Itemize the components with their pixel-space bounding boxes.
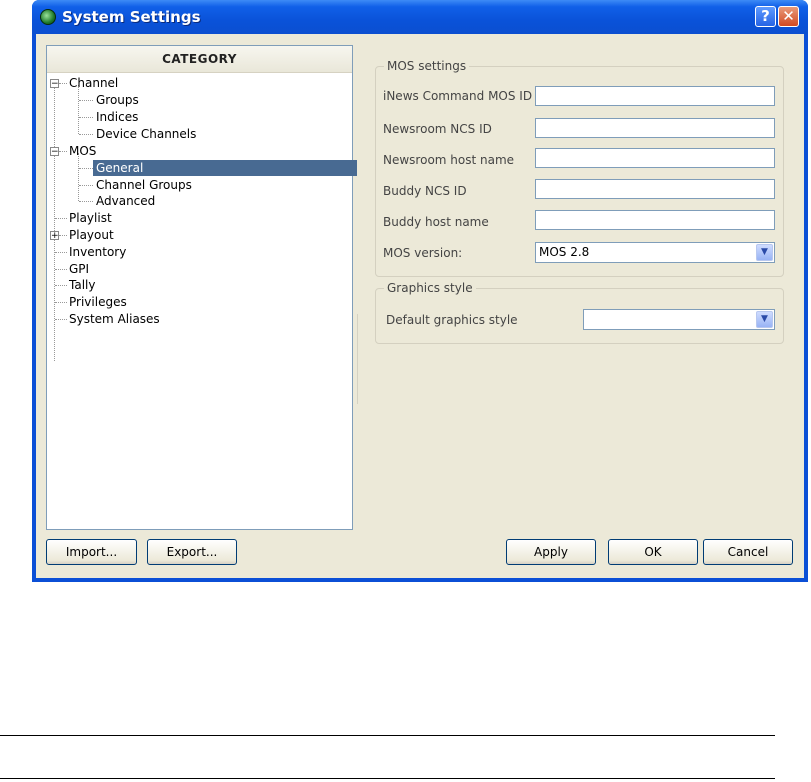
help-button[interactable]: ? bbox=[755, 6, 776, 27]
mos-settings-legend: MOS settings bbox=[384, 59, 470, 73]
tree-item-system-aliases[interactable]: System Aliases bbox=[69, 311, 160, 327]
tree-item-privileges[interactable]: Privileges bbox=[69, 294, 127, 310]
inews-command-mos-id-label: iNews Command MOS ID bbox=[383, 89, 533, 103]
tree-item-playlist[interactable]: Playlist bbox=[69, 210, 112, 226]
buddy-ncs-id-label: Buddy NCS ID bbox=[383, 184, 467, 198]
close-button[interactable]: ✕ bbox=[778, 6, 799, 27]
tree-item-advanced[interactable]: Advanced bbox=[96, 193, 155, 209]
divider-line bbox=[0, 778, 775, 779]
tree-connector bbox=[55, 269, 67, 270]
tree-connector bbox=[79, 134, 93, 135]
default-graphics-style-select[interactable]: ▼ bbox=[583, 309, 775, 330]
tree-connector bbox=[79, 100, 93, 101]
tree-connector bbox=[59, 83, 67, 84]
tree-connector bbox=[59, 235, 67, 236]
window-title: System Settings bbox=[62, 8, 201, 26]
mos-version-value: MOS 2.8 bbox=[539, 245, 590, 259]
tree-item-tally[interactable]: Tally bbox=[69, 277, 95, 293]
app-icon bbox=[40, 9, 56, 25]
category-header: CATEGORY bbox=[47, 46, 352, 73]
divider-line bbox=[0, 735, 775, 736]
tree-item-indices[interactable]: Indices bbox=[96, 109, 138, 125]
export-button[interactable]: Export... bbox=[147, 539, 237, 565]
collapse-mos-icon[interactable]: − bbox=[50, 147, 59, 157]
buddy-host-name-field[interactable] bbox=[535, 210, 775, 230]
tree-item-mos[interactable]: MOS bbox=[69, 143, 96, 159]
import-button[interactable]: Import... bbox=[46, 539, 137, 565]
tree-item-playout[interactable]: Playout bbox=[69, 227, 114, 243]
tree-connector bbox=[55, 319, 67, 320]
tree-item-groups[interactable]: Groups bbox=[96, 92, 139, 108]
dialog-client-area: CATEGORY − − + Channel Groups Indices De… bbox=[36, 34, 804, 578]
chevron-down-icon[interactable]: ▼ bbox=[756, 311, 773, 328]
tree-item-channel[interactable]: Channel bbox=[69, 75, 118, 91]
buddy-ncs-id-field[interactable] bbox=[535, 179, 775, 199]
category-panel: CATEGORY − − + Channel Groups Indices De… bbox=[46, 45, 357, 530]
mos-version-select[interactable]: MOS 2.8 ▼ bbox=[535, 242, 775, 263]
tree-item-device-channels[interactable]: Device Channels bbox=[96, 126, 196, 142]
collapse-channel-icon[interactable]: − bbox=[50, 79, 59, 89]
inews-command-mos-id-field[interactable] bbox=[535, 86, 775, 106]
tree-item-inventory[interactable]: Inventory bbox=[69, 244, 126, 260]
tree-connector bbox=[59, 151, 67, 152]
buddy-host-name-label: Buddy host name bbox=[383, 215, 489, 229]
title-bar[interactable]: System Settings ? ✕ bbox=[32, 0, 808, 34]
chevron-down-icon[interactable]: ▼ bbox=[756, 244, 773, 261]
graphics-style-legend: Graphics style bbox=[384, 281, 476, 295]
tree-item-gpi[interactable]: GPI bbox=[69, 261, 89, 277]
tree-connector bbox=[79, 185, 93, 186]
tree-mos-line bbox=[78, 153, 79, 201]
tree-connector bbox=[79, 168, 93, 169]
mos-version-label: MOS version: bbox=[383, 246, 463, 260]
tree-item-general[interactable]: General bbox=[93, 160, 357, 176]
newsroom-ncs-id-label: Newsroom NCS ID bbox=[383, 122, 492, 136]
system-settings-window: System Settings ? ✕ CATEGORY − − + Chann… bbox=[32, 0, 808, 582]
panel-splitter[interactable] bbox=[357, 314, 360, 404]
newsroom-host-name-field[interactable] bbox=[535, 148, 775, 168]
tree-connector bbox=[79, 201, 93, 202]
tree-connector bbox=[79, 117, 93, 118]
ok-button[interactable]: OK bbox=[608, 539, 698, 565]
apply-button[interactable]: Apply bbox=[506, 539, 596, 565]
tree-connector bbox=[55, 218, 67, 219]
tree-item-channel-groups[interactable]: Channel Groups bbox=[96, 177, 192, 193]
tree-connector bbox=[55, 252, 67, 253]
expand-playout-icon[interactable]: + bbox=[50, 231, 59, 241]
default-graphics-style-label: Default graphics style bbox=[386, 313, 518, 327]
tree-connector bbox=[55, 302, 67, 303]
newsroom-host-name-label: Newsroom host name bbox=[383, 153, 515, 167]
cancel-button[interactable]: Cancel bbox=[703, 539, 793, 565]
tree-connector bbox=[55, 285, 67, 286]
newsroom-ncs-id-field[interactable] bbox=[535, 118, 775, 138]
tree-channel-line bbox=[78, 85, 79, 134]
